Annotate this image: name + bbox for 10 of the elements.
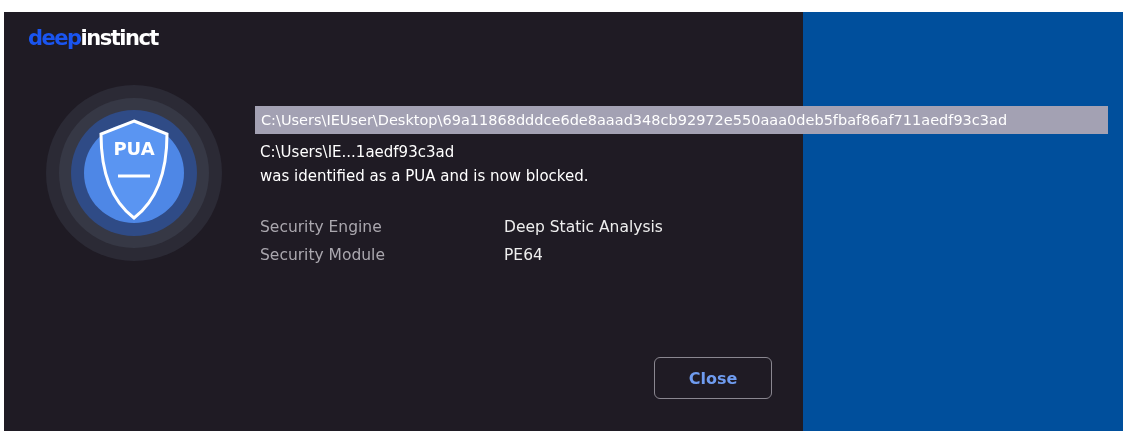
detail-label: Security Module: [260, 246, 386, 264]
logo: deepinstinct: [28, 26, 158, 50]
status-message: was identified as a PUA and is now blocked.: [260, 166, 589, 187]
file-path: C:\Users\IE...1aedf93c3ad: [260, 142, 455, 163]
detail-value: Deep Static Analysis: [504, 218, 663, 236]
close-button[interactable]: Close: [654, 357, 772, 399]
detail-value: PE64: [504, 246, 544, 264]
detail-label: Security Engine: [260, 218, 383, 236]
path-tooltip: C:\Users\IEUser\Desktop\69a11868dddce6de8aaad348cb92972e550aaa0deb5fbaf86af711aedf93c3ad: [255, 106, 1108, 134]
badge-label: PUA: [112, 138, 156, 159]
